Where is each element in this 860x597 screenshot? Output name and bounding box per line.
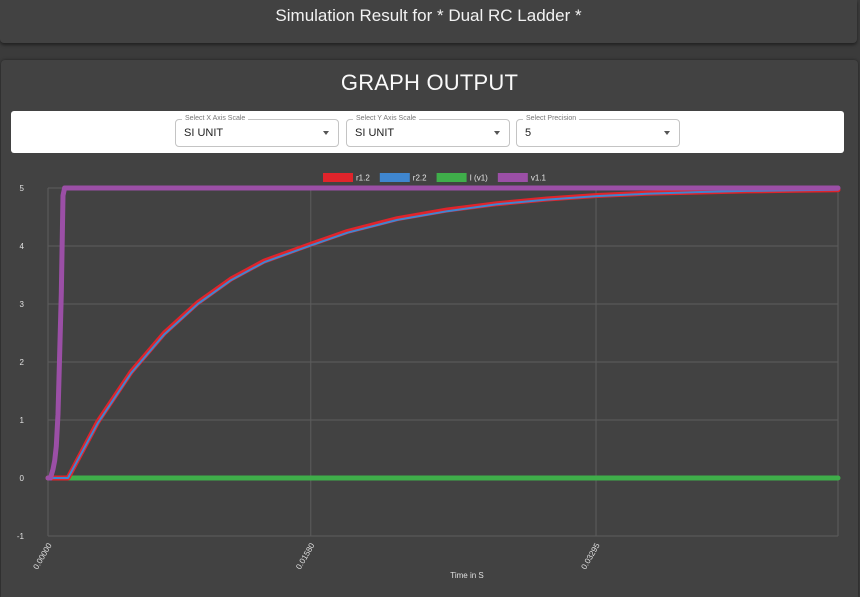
legend-label: r1.2 — [356, 174, 370, 183]
y-tick-label: 1 — [20, 416, 25, 425]
y-tick-label: 3 — [20, 300, 25, 309]
data-point — [60, 193, 65, 198]
y-tick-label: -1 — [17, 532, 25, 541]
legend-swatch — [323, 173, 353, 182]
y-tick-label: 4 — [20, 242, 25, 251]
data-point — [52, 458, 57, 463]
data-point — [57, 354, 62, 359]
x-axis-title: Time in S — [450, 571, 484, 580]
legend-label: r2.2 — [413, 174, 427, 183]
series-line-r12 — [45, 187, 841, 481]
data-point — [59, 291, 64, 296]
y-tick-label: 2 — [20, 358, 25, 367]
x-tick-label: 0.01580 — [294, 541, 317, 571]
x-tick-label: 0.03295 — [579, 541, 602, 571]
data-point — [55, 412, 60, 417]
y-tick-label: 5 — [20, 184, 25, 193]
legend-swatch — [497, 173, 528, 182]
legend-label: I (v1) — [470, 174, 489, 183]
legend-label: v1.1 — [531, 174, 547, 183]
data-point — [54, 444, 59, 449]
y-tick-label: 0 — [20, 474, 25, 483]
legend-swatch — [436, 173, 467, 182]
line-chart: -1 0 1 2 3 4 5 0.00000 0.01580 0.03295 Time in S r1… — [17, 173, 841, 580]
x-tick-label: 0.00000 — [31, 541, 54, 571]
legend-swatch — [379, 173, 410, 182]
